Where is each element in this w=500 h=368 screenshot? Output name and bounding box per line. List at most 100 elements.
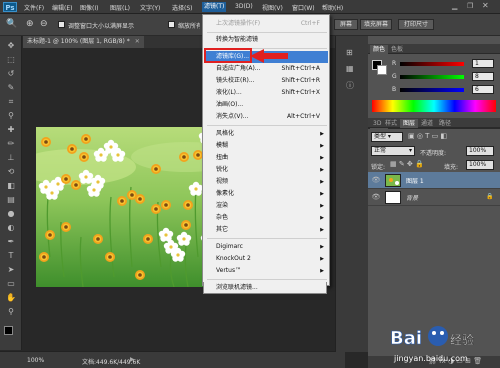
zoom-out-icon[interactable]: ⊖ (40, 19, 48, 29)
zoom-in-icon[interactable]: ⊕ (26, 19, 34, 29)
b-slider[interactable] (400, 88, 464, 92)
menu-item-pixelate[interactable]: 像素化 ▶ (204, 188, 328, 200)
menu-edit[interactable]: 编辑(E) (52, 3, 72, 12)
close-icon[interactable]: ✕ (482, 1, 489, 10)
tab-styles-2[interactable]: 样式 (382, 119, 400, 128)
menu-type[interactable]: 文字(Y) (140, 3, 160, 12)
menu-filter[interactable]: 滤镜(T) (202, 2, 227, 12)
print-size-button[interactable]: 打印尺寸 (398, 19, 434, 30)
filter-pixel-icon[interactable]: ▣ ◎ T ▭ ◧ (408, 132, 447, 140)
menu-item-browse-online[interactable]: 浏览联机滤镜... (203, 282, 327, 294)
hand-tool-icon[interactable]: ✋ (5, 292, 17, 303)
r-value-field[interactable]: 1 (472, 59, 494, 68)
shape-tool-icon[interactable]: ▭ (5, 278, 17, 289)
eraser-tool-icon[interactable]: ◧ (5, 180, 17, 191)
properties-panel-icon[interactable]: ▦ (346, 64, 354, 73)
menu-item-other[interactable]: 其它 ▶ (204, 224, 328, 236)
zoom-tool-side-icon[interactable]: ⚲ (5, 306, 17, 317)
layer-name[interactable]: 图层 1 (406, 176, 424, 185)
zoom-all-checkbox[interactable] (168, 21, 175, 28)
brush-tool-icon[interactable]: ✏ (5, 138, 17, 149)
blend-mode-select[interactable]: 正常 ▾ (371, 146, 415, 156)
menu-item-liquify[interactable]: 液化(L)... Shift+Ctrl+X (204, 87, 328, 99)
menu-item-sharpen[interactable]: 锐化 ▶ (204, 164, 328, 176)
menu-item-oil-paint[interactable]: 油画(O)... (204, 99, 328, 111)
menu-item-last-filter[interactable]: 上次滤镜操作(F) Ctrl+F (204, 18, 328, 30)
menu-item-vertus[interactable]: Vertus™ ▶ (204, 265, 328, 277)
zoom-tool-icon[interactable]: 🔍 (6, 19, 17, 29)
menu-item-video[interactable]: 视频 ▶ (204, 176, 328, 188)
pen-tool-icon[interactable]: ✒ (5, 236, 17, 247)
lasso-tool-icon[interactable]: ↺ (5, 68, 17, 79)
r-slider[interactable] (400, 62, 464, 66)
tab-paths[interactable]: 路径 (436, 119, 454, 128)
layer-row-background[interactable]: 👁 背景 🔒 (368, 189, 500, 206)
maximize-icon[interactable]: ❐ (467, 2, 473, 10)
zoom-level[interactable]: 100% (27, 357, 44, 364)
minimize-icon[interactable]: ▁ (452, 2, 457, 10)
menu-window[interactable]: 窗口(W) (292, 3, 315, 12)
menu-item-convert-smart-filter[interactable]: 转换为智能滤镜 (204, 34, 328, 46)
menu-layer[interactable]: 图层(L) (110, 3, 130, 12)
eyedropper-tool-icon[interactable]: ⚲ (5, 110, 17, 121)
type-tool-icon[interactable]: T (5, 250, 17, 261)
menu-3d[interactable]: 3D(D) (235, 3, 253, 10)
layer-name[interactable]: 背景 (406, 193, 418, 202)
g-label: G (392, 73, 397, 80)
r-label: R (392, 60, 397, 67)
g-value-field[interactable]: 8 (472, 72, 494, 81)
history-brush-tool-icon[interactable]: ⟲ (5, 166, 17, 177)
status-arrow-icon[interactable]: ▶ (130, 356, 135, 363)
tab-channels[interactable]: 通道 (418, 119, 436, 128)
menu-item-knockout[interactable]: KnockOut 2 ▶ (204, 253, 328, 265)
menu-item-noise[interactable]: 杂色 ▶ (204, 212, 328, 224)
foreground-color-swatch[interactable] (4, 326, 13, 335)
crop-tool-icon[interactable]: ⌗ (5, 96, 17, 107)
g-slider[interactable] (400, 75, 464, 79)
move-tool-icon[interactable]: ✥ (5, 40, 17, 51)
visibility-eye-icon[interactable]: 👁 (371, 175, 381, 185)
path-select-tool-icon[interactable]: ➤ (5, 264, 17, 275)
visibility-eye-icon[interactable]: 👁 (371, 192, 381, 202)
quick-select-tool-icon[interactable]: ✎ (5, 82, 17, 93)
tab-swatches[interactable]: 色板 (388, 45, 406, 54)
tab-layers[interactable]: 图层 (400, 119, 419, 128)
menu-item-adaptive-wide-angle[interactable]: 自适应广角(A)... Shift+Ctrl+A (204, 63, 328, 75)
menu-select[interactable]: 选择(S) (172, 3, 193, 12)
menu-file[interactable]: 文件(F) (24, 3, 44, 12)
menu-item-digimarc[interactable]: Digimarc ▶ (204, 241, 328, 253)
blur-tool-icon[interactable]: ● (5, 208, 17, 219)
lock-icons[interactable]: ▦ ✎ ✥ 🔒 (390, 160, 424, 168)
menu-view[interactable]: 视图(V) (262, 3, 283, 12)
resize-window-checkbox[interactable] (58, 21, 65, 28)
baidu-watermark: Bai 经验 jingyan.baidu.com (388, 322, 498, 368)
menu-item-distort[interactable]: 扭曲 ▶ (204, 152, 328, 164)
color-bg-swatch[interactable] (377, 65, 387, 75)
color-spectrum-bar[interactable] (372, 100, 496, 112)
menu-image[interactable]: 图像(I) (80, 3, 98, 12)
gradient-tool-icon[interactable]: ▤ (5, 194, 17, 205)
fill-field[interactable]: 100% (466, 160, 494, 170)
dodge-tool-icon[interactable]: ◐ (5, 222, 17, 233)
marquee-tool-icon[interactable]: ⬚ (5, 54, 17, 65)
clone-stamp-tool-icon[interactable]: ⊥ (5, 152, 17, 163)
layer-row-layer1[interactable]: 👁 图层 1 (368, 172, 500, 189)
history-panel-icon[interactable]: ⊞ (346, 48, 353, 57)
screen-button[interactable]: 屏幕 (334, 19, 358, 30)
opacity-field[interactable]: 100% (466, 146, 494, 156)
submenu-arrow-icon: ▶ (320, 244, 324, 250)
menu-item-stylize[interactable]: 风格化 ▶ (204, 128, 328, 140)
menu-item-lens-correction[interactable]: 镜头校正(R)... Shift+Ctrl+R (204, 75, 328, 87)
b-value-field[interactable]: 6 (472, 85, 494, 94)
healing-tool-icon[interactable]: ✚ (5, 124, 17, 135)
tab-close-icon[interactable]: ✕ (135, 38, 140, 45)
tab-color[interactable]: 颜色 (370, 45, 389, 54)
menu-item-blur[interactable]: 模糊 ▶ (204, 140, 328, 152)
info-panel-icon[interactable]: ⓘ (346, 80, 354, 91)
menu-help[interactable]: 帮助(H) (322, 3, 343, 12)
menu-item-render[interactable]: 渲染 ▶ (204, 200, 328, 212)
layer-kind-filter[interactable]: 类型 ▾ (371, 132, 403, 142)
menu-item-vanishing-point[interactable]: 消失点(V)... Alt+Ctrl+V (204, 111, 328, 123)
fill-screen-button[interactable]: 填充屏幕 (360, 19, 392, 30)
document-tab[interactable]: 未标题-1 @ 100% (图层 1, RGB/8) * ✕ (23, 36, 144, 48)
